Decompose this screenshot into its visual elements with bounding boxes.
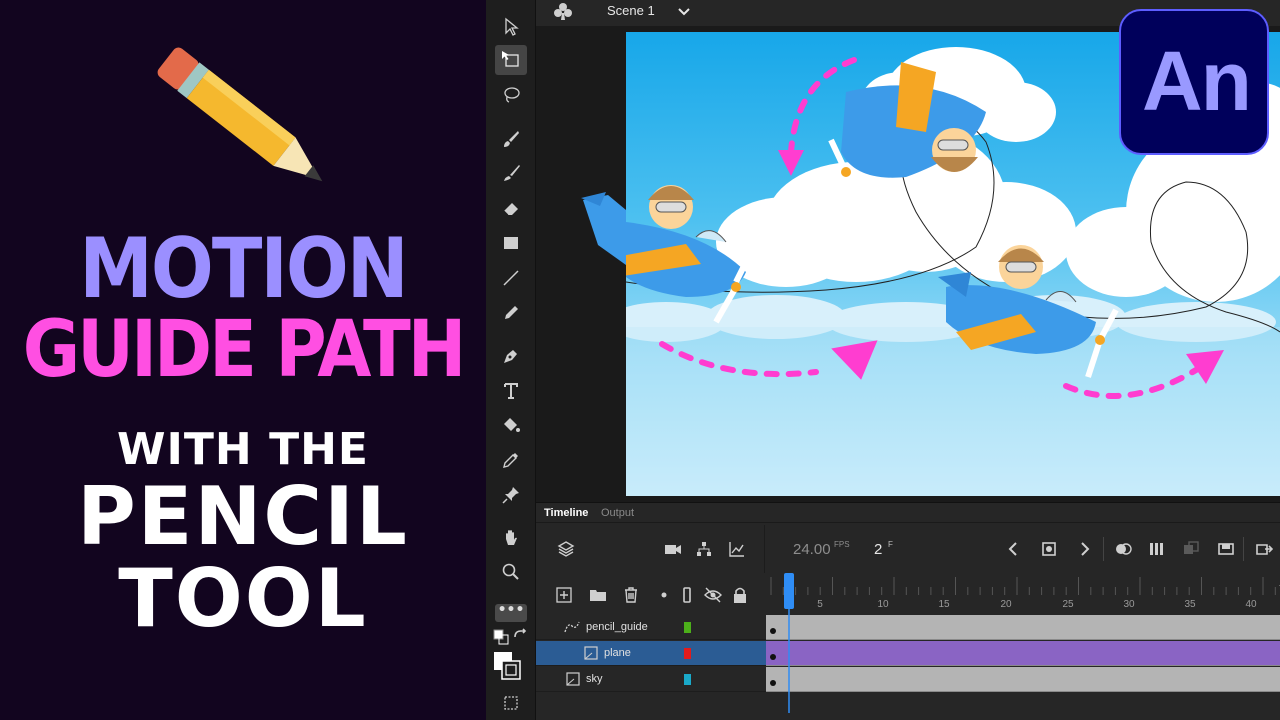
pencil-tool-icon[interactable] [495, 298, 527, 328]
edit-multiple-frames-icon[interactable] [1147, 539, 1167, 559]
tick-label: 40 [1245, 599, 1257, 610]
playhead[interactable] [784, 573, 794, 713]
text-tool-icon[interactable] [495, 376, 527, 406]
scene-clubs-icon[interactable] [552, 1, 574, 23]
graph-editor-icon[interactable] [727, 539, 747, 559]
frames-row-pencil-guide[interactable] [766, 615, 1280, 640]
layers-stack-icon[interactable] [556, 539, 576, 559]
free-transform-tool-icon[interactable] [495, 45, 527, 75]
timeline-controls: 24.00 FPS 2 F [536, 525, 1280, 573]
layer-header [536, 573, 766, 615]
tick-label: 30 [1123, 599, 1135, 610]
pin-tool-icon[interactable] [495, 480, 527, 510]
tools-panel: ••• [486, 0, 536, 720]
tab-output[interactable]: Output [601, 507, 634, 519]
layer-color-swatch[interactable] [684, 648, 691, 659]
hide-layers-eye-icon[interactable] [703, 585, 723, 605]
ruler-ticks [770, 577, 1276, 595]
eyedropper-tool-icon[interactable] [495, 445, 527, 475]
brush-tool-icon[interactable] [495, 124, 527, 154]
object-drawing-mode-icon[interactable] [495, 688, 527, 718]
lasso-tool-icon[interactable] [495, 80, 527, 110]
guide-layer-icon [564, 621, 580, 633]
fps-value[interactable]: 24.00 [793, 541, 831, 558]
lock-layers-icon[interactable] [730, 585, 750, 605]
promo-subtitle-with-the: WITH THE [117, 424, 369, 475]
animate-logo-text: An [1142, 34, 1252, 128]
camera-icon[interactable] [663, 539, 683, 559]
keyframe[interactable] [770, 654, 776, 660]
layer-row-sky[interactable]: sky [536, 667, 766, 692]
animate-logo: An [1119, 9, 1269, 155]
create-motion-tween-icon[interactable] [1254, 539, 1274, 559]
delete-layer-icon[interactable] [621, 585, 641, 605]
tick-label: 5 [817, 599, 823, 610]
layer-row-pencil-guide[interactable]: pencil_guide [536, 615, 766, 640]
create-classic-tween-icon[interactable] [1216, 539, 1236, 559]
chevron-down-icon[interactable] [676, 4, 692, 20]
screen: MOTION GUIDE PATH WITH THE PENCIL TOOL •… [0, 0, 1280, 720]
layer-name[interactable]: sky [586, 673, 603, 685]
layer-row-plane[interactable]: plane [536, 641, 766, 666]
hand-tool-icon[interactable] [495, 523, 527, 553]
layer-name[interactable]: pencil_guide [586, 621, 648, 633]
selection-tool-icon[interactable] [495, 12, 527, 42]
rectangle-tool-icon[interactable] [495, 228, 527, 258]
frames-row-plane[interactable] [766, 641, 1280, 666]
swap-colors-icon[interactable] [510, 626, 532, 648]
guided-layer-icon [584, 646, 598, 660]
onion-skin-icon[interactable] [1113, 539, 1133, 559]
current-frame-value[interactable]: 2 [874, 541, 882, 558]
tab-timeline[interactable]: Timeline [544, 507, 588, 519]
new-layer-icon[interactable] [554, 585, 574, 605]
tick-label: 25 [1062, 599, 1074, 610]
layer-color-swatch[interactable] [684, 674, 691, 685]
insert-keyframe-icon[interactable] [1039, 539, 1059, 559]
layer-color-swatch[interactable] [684, 622, 691, 633]
tick-label: 35 [1184, 599, 1196, 610]
default-colors-icon[interactable] [490, 626, 512, 648]
frames-row-sky[interactable] [766, 667, 1280, 692]
tick-label: 10 [877, 599, 889, 610]
line-tool-icon[interactable] [495, 263, 527, 293]
promo-title-guide-path: GUIDE PATH [22, 303, 467, 395]
next-frame-icon[interactable] [1074, 539, 1094, 559]
promo-subtitle-pencil: PENCIL [77, 470, 409, 563]
zoom-tool-icon[interactable] [495, 557, 527, 587]
show-outlines-icon[interactable] [677, 585, 697, 605]
timeline-panel: Timeline Output 24.00 FPS 2 F 5 10 15 20… [536, 502, 1280, 720]
tick-label: 20 [1000, 599, 1012, 610]
layer-parenting-icon[interactable] [694, 539, 714, 559]
pencil-illustration [157, 47, 323, 182]
loop-playback-icon[interactable] [1181, 539, 1201, 559]
normal-layer-icon [566, 672, 580, 686]
tick-label: 15 [938, 599, 950, 610]
previous-frame-icon[interactable] [1004, 539, 1024, 559]
promo-subtitle-tool: TOOL [118, 552, 368, 645]
frame-ruler[interactable]: 1s 5 10 15 20 25 30 35 40 [766, 573, 1280, 615]
highlight-layers-dot-icon[interactable] [654, 585, 674, 605]
paint-bucket-tool-icon[interactable] [495, 410, 527, 440]
keyframe[interactable] [770, 628, 776, 634]
pen-tool-icon[interactable] [495, 341, 527, 371]
new-folder-icon[interactable] [588, 585, 608, 605]
promo-panel: MOTION GUIDE PATH WITH THE PENCIL TOOL [0, 0, 486, 720]
stroke-fill-color-swatch[interactable] [491, 648, 523, 682]
paint-brush-tool-icon[interactable] [495, 158, 527, 188]
fps-unit: FPS [834, 540, 850, 549]
more-tools-button[interactable]: ••• [495, 603, 527, 622]
frame-unit: F [888, 540, 893, 549]
scene-name[interactable]: Scene 1 [607, 3, 655, 18]
layer-name[interactable]: plane [604, 647, 631, 659]
eraser-tool-icon[interactable] [495, 193, 527, 223]
keyframe[interactable] [770, 680, 776, 686]
